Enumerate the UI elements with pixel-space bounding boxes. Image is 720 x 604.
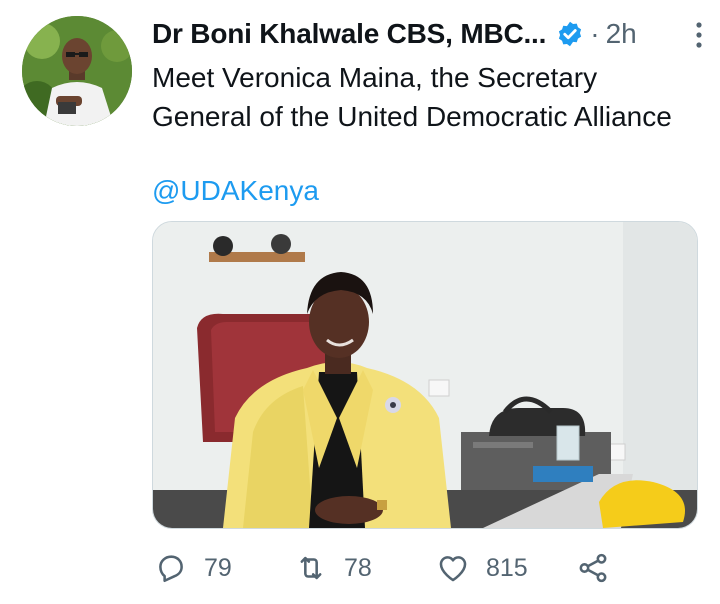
header-separator: · [590, 18, 600, 49]
tweet-header: Dr Boni Khalwale CBS, MBC... · 2h [152, 14, 700, 54]
reply-bubble-icon [154, 551, 188, 585]
retweet-count: 78 [344, 553, 372, 582]
heart-icon [436, 551, 470, 585]
verified-badge-icon [556, 20, 584, 48]
reply-button[interactable]: 79 [154, 546, 232, 590]
author-name[interactable]: Dr Boni Khalwale CBS, MBC... [152, 18, 546, 50]
retweet-arrows-icon [294, 551, 328, 585]
share-nodes-icon [576, 551, 610, 585]
mention-link[interactable]: @UDAKenya [152, 175, 319, 207]
reply-count: 79 [204, 553, 232, 582]
retweet-button[interactable]: 78 [294, 546, 372, 590]
tweet-photo[interactable] [152, 221, 698, 529]
like-button[interactable]: 815 [436, 546, 528, 590]
tweet-text: Meet Veronica Maina, the Secretary Gener… [152, 62, 672, 132]
author-avatar[interactable] [22, 16, 132, 126]
like-count: 815 [486, 553, 528, 582]
more-options-icon[interactable] [692, 20, 706, 50]
share-button[interactable] [576, 546, 626, 590]
tweet-timestamp[interactable]: 2h [606, 18, 637, 50]
tweet-action-bar: 79 78 815 [152, 546, 672, 590]
